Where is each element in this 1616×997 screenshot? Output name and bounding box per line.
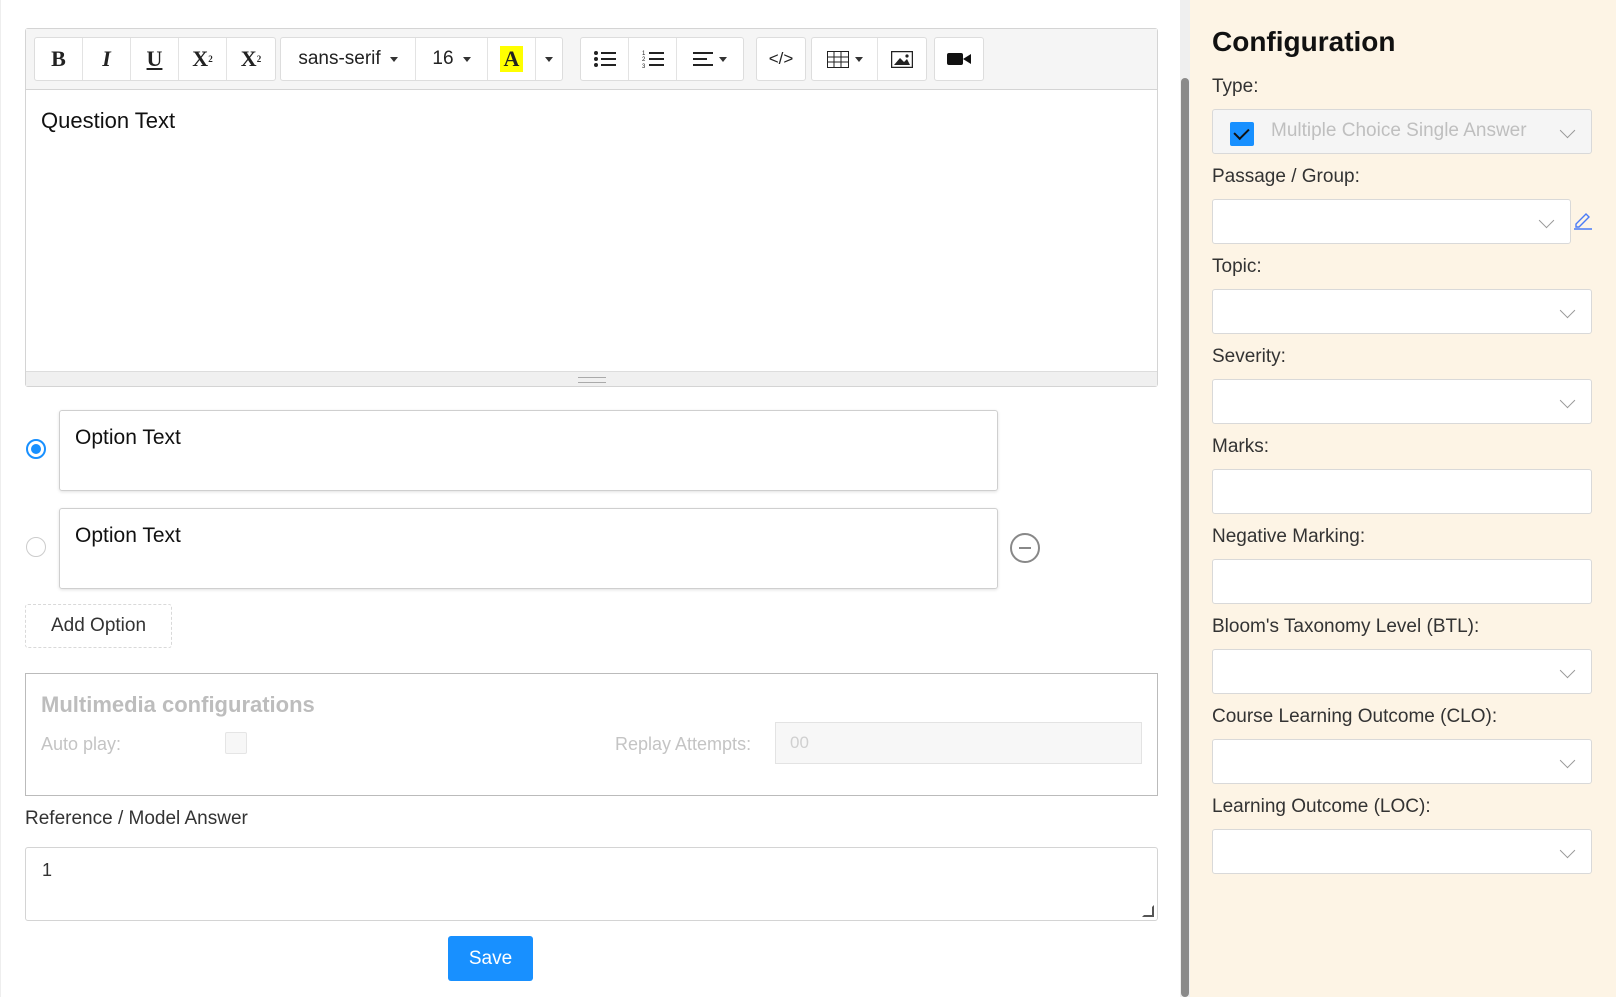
reference-answer-field[interactable]: 1 bbox=[25, 847, 1158, 921]
clo-label: Course Learning Outcome (CLO): bbox=[1212, 706, 1498, 727]
insert-video-button[interactable] bbox=[935, 38, 983, 80]
edit-pencil-icon[interactable] bbox=[1572, 208, 1594, 230]
passage-group-select[interactable] bbox=[1212, 199, 1571, 244]
btl-label: Bloom's Taxonomy Level (BTL): bbox=[1212, 616, 1480, 637]
replay-attempts-input[interactable]: 00 bbox=[775, 722, 1142, 764]
scrollbar-thumb[interactable] bbox=[1181, 78, 1189, 997]
bold-button[interactable]: B bbox=[35, 38, 83, 80]
grip-icon bbox=[577, 377, 606, 383]
configuration-panel: Configuration Type: Multiple Choice Sing… bbox=[1190, 0, 1616, 997]
reference-answer-label: Reference / Model Answer bbox=[25, 808, 248, 829]
chevron-down-icon bbox=[1559, 752, 1576, 769]
svg-text:2: 2 bbox=[642, 57, 646, 63]
highlight-color-dropdown[interactable] bbox=[536, 38, 562, 80]
option-2-radio[interactable] bbox=[26, 537, 46, 557]
superscript-label: X bbox=[192, 46, 209, 71]
ordered-list-button[interactable]: 123 bbox=[629, 38, 677, 80]
subscript-button[interactable]: X2 bbox=[227, 38, 275, 80]
save-button[interactable]: Save bbox=[448, 936, 533, 981]
configuration-title: Configuration bbox=[1212, 26, 1396, 57]
auto-play-checkbox[interactable] bbox=[225, 732, 247, 754]
bullet-list-icon bbox=[593, 51, 616, 67]
question-editor-panel: B I U X2 X2 sans-serif 16 A 1 2 3 </> Qu… bbox=[0, 0, 1181, 997]
replay-attempts-label: Replay Attempts: bbox=[615, 734, 752, 754]
add-option-button[interactable]: Add Option bbox=[25, 604, 172, 648]
clo-select[interactable] bbox=[1212, 739, 1592, 784]
checkbox-checked-icon bbox=[1230, 122, 1254, 146]
chevron-down-icon bbox=[1559, 842, 1576, 859]
marks-input[interactable] bbox=[1212, 469, 1592, 514]
chevron-down-icon bbox=[719, 56, 727, 62]
highlight-color-button[interactable]: A bbox=[488, 38, 536, 80]
subscript-marker: 2 bbox=[256, 54, 262, 64]
code-group: </> bbox=[756, 37, 806, 81]
chevron-down-icon bbox=[1559, 392, 1576, 409]
align-left-icon bbox=[693, 52, 713, 66]
paragraph-group: 123 bbox=[580, 37, 744, 81]
passage-group-label: Passage / Group: bbox=[1212, 166, 1360, 187]
chevron-down-icon bbox=[1559, 122, 1576, 139]
table-icon bbox=[826, 50, 849, 68]
svg-text:3: 3 bbox=[642, 64, 646, 69]
chevron-down-icon bbox=[545, 56, 553, 62]
question-text-area[interactable]: Question Text bbox=[26, 90, 1157, 372]
chevron-down-icon bbox=[1538, 212, 1555, 229]
option-2-text-field[interactable]: Option Text bbox=[59, 508, 998, 589]
type-value: Multiple Choice Single Answer bbox=[1271, 120, 1527, 141]
loc-select[interactable] bbox=[1212, 829, 1592, 874]
option-1-text-field[interactable]: Option Text bbox=[59, 410, 998, 491]
table-dropdown[interactable] bbox=[812, 38, 878, 80]
option-1-radio[interactable] bbox=[26, 439, 46, 459]
type-select[interactable]: Multiple Choice Single Answer bbox=[1212, 109, 1592, 154]
superscript-button[interactable]: X2 bbox=[179, 38, 227, 80]
superscript-marker: 2 bbox=[208, 54, 213, 64]
editor-resize-handle[interactable] bbox=[26, 371, 1157, 386]
font-family-dropdown[interactable]: sans-serif bbox=[281, 38, 416, 80]
code-view-button[interactable]: </> bbox=[757, 38, 805, 80]
image-icon bbox=[891, 50, 913, 68]
insert-group bbox=[811, 37, 927, 81]
multimedia-config-panel: Multimedia configurations Auto play: Rep… bbox=[25, 673, 1158, 796]
insert-image-button[interactable] bbox=[878, 38, 926, 80]
underline-button[interactable]: U bbox=[131, 38, 179, 80]
unordered-list-button[interactable] bbox=[581, 38, 629, 80]
chevron-down-icon bbox=[389, 56, 398, 62]
resize-grip-icon[interactable] bbox=[1142, 905, 1154, 917]
severity-label: Severity: bbox=[1212, 346, 1286, 367]
negative-marking-label: Negative Marking: bbox=[1212, 526, 1366, 547]
video-camera-icon bbox=[947, 53, 971, 65]
btl-select[interactable] bbox=[1212, 649, 1592, 694]
video-group bbox=[934, 37, 984, 81]
marks-label: Marks: bbox=[1212, 436, 1269, 457]
auto-play-label: Auto play: bbox=[41, 734, 122, 754]
font-group: sans-serif 16 A bbox=[280, 37, 563, 81]
topic-select[interactable] bbox=[1212, 289, 1592, 334]
negative-marking-input[interactable] bbox=[1212, 559, 1592, 604]
loc-label: Learning Outcome (LOC): bbox=[1212, 796, 1431, 817]
chevron-down-icon bbox=[1559, 662, 1576, 679]
type-label: Type: bbox=[1212, 76, 1259, 97]
reference-answer-value: 1 bbox=[42, 860, 53, 880]
font-size-dropdown[interactable]: 16 bbox=[416, 38, 488, 80]
highlight-icon: A bbox=[499, 46, 524, 72]
italic-button[interactable]: I bbox=[83, 38, 131, 80]
multimedia-title: Multimedia configurations bbox=[41, 692, 315, 717]
severity-select[interactable] bbox=[1212, 379, 1592, 424]
font-size-value: 16 bbox=[432, 48, 454, 69]
align-dropdown[interactable] bbox=[677, 38, 743, 80]
remove-option-icon[interactable] bbox=[1010, 533, 1040, 563]
topic-label: Topic: bbox=[1212, 256, 1262, 277]
subscript-label: X bbox=[240, 46, 257, 71]
font-family-value: sans-serif bbox=[298, 48, 381, 69]
editor-toolbar: B I U X2 X2 sans-serif 16 A 1 2 3 </> bbox=[26, 29, 1157, 90]
format-group: B I U X2 X2 bbox=[34, 37, 276, 81]
numbered-list-icon: 123 bbox=[642, 51, 664, 69]
chevron-down-icon bbox=[462, 56, 471, 62]
rich-text-editor: B I U X2 X2 sans-serif 16 A 1 2 3 </> Qu… bbox=[25, 28, 1158, 387]
chevron-down-icon bbox=[1559, 302, 1576, 319]
chevron-down-icon bbox=[854, 56, 863, 62]
